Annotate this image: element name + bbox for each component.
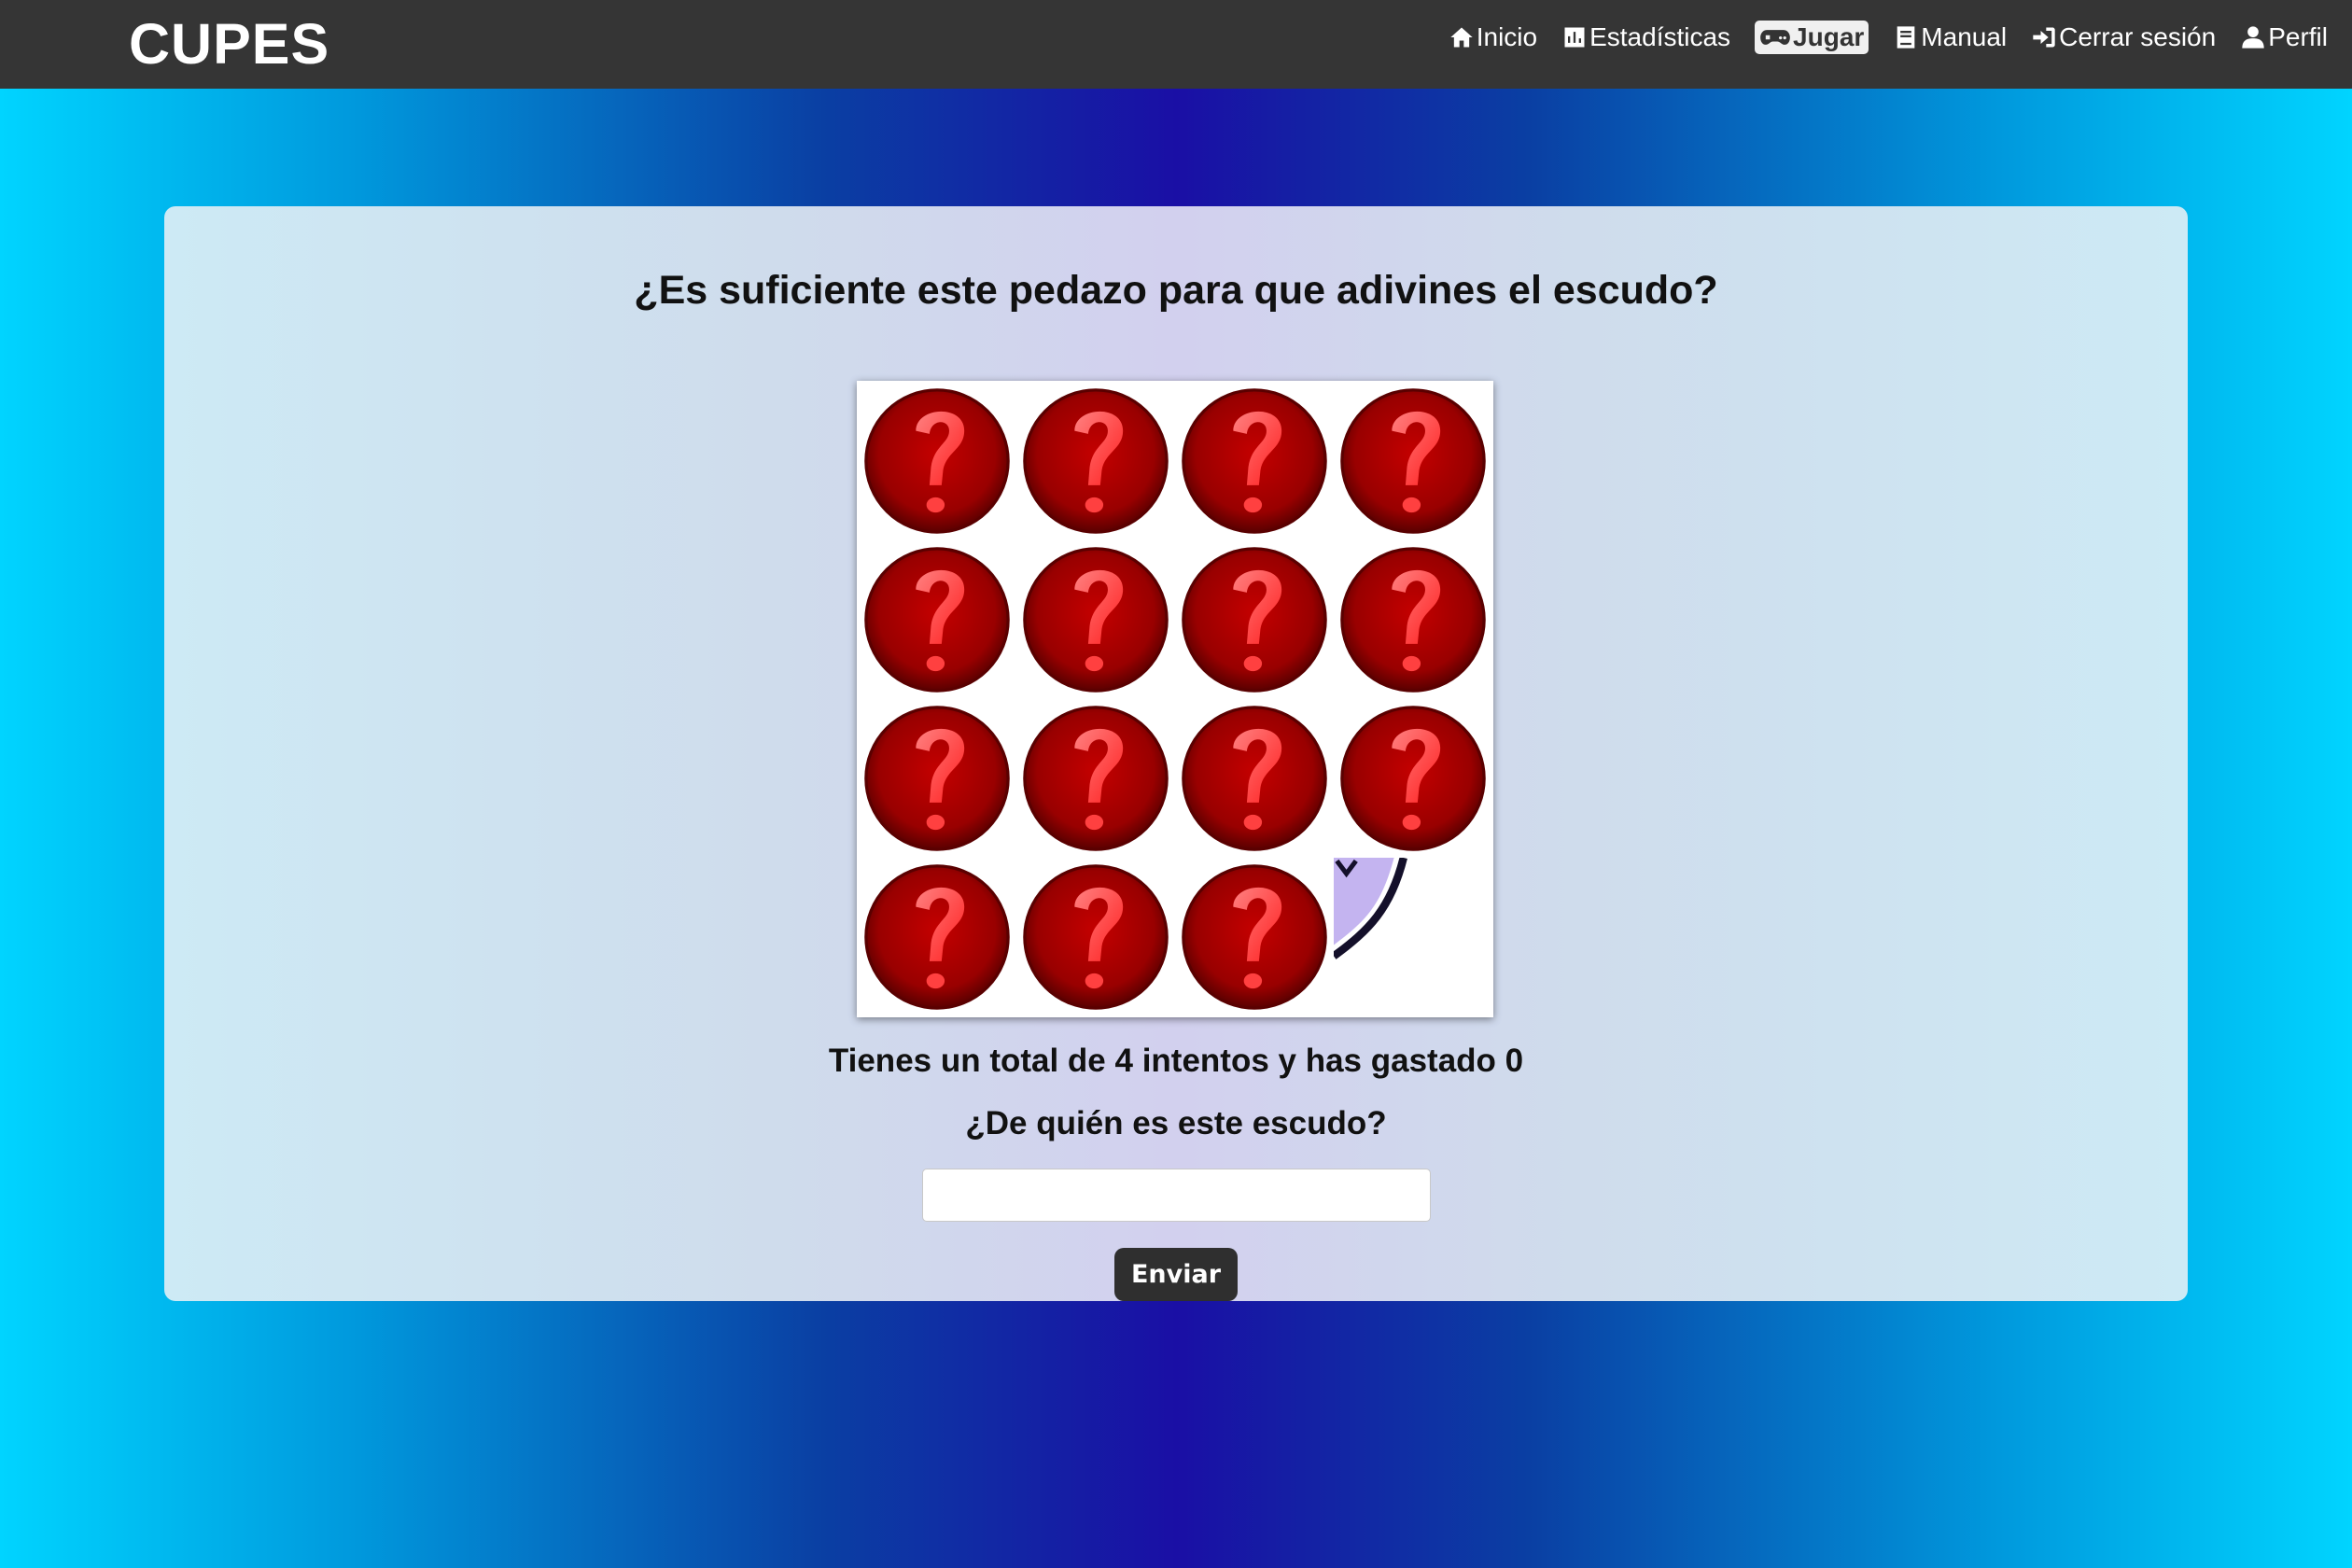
nav-item-label: Cerrar sesión	[2059, 22, 2217, 51]
hidden-tile	[1334, 699, 1492, 858]
brand-logo[interactable]: CUPES	[129, 11, 329, 77]
home-icon	[1450, 27, 1473, 48]
chart-icon	[1564, 27, 1585, 48]
nav-item-jugar[interactable]: Jugar	[1755, 21, 1869, 54]
question-mark-icon	[864, 547, 1010, 693]
hidden-tile	[1016, 382, 1175, 540]
hidden-tile	[1334, 540, 1492, 699]
question-mark-icon	[1340, 547, 1486, 693]
question-mark-icon	[1182, 547, 1327, 693]
hidden-tile	[1175, 699, 1334, 858]
hidden-tile	[1016, 858, 1175, 1016]
question-mark-icon	[1023, 706, 1169, 851]
question-mark-icon	[1182, 388, 1327, 534]
user-icon	[2242, 26, 2264, 49]
nav-item-label: Jugar	[1793, 22, 1865, 51]
shield-fragment-image	[1334, 858, 1407, 959]
question-mark-icon	[1182, 706, 1327, 851]
hidden-tile	[1334, 382, 1492, 540]
question-mark-icon	[864, 706, 1010, 851]
hidden-tile	[858, 382, 1016, 540]
nav-item-label: Manual	[1921, 22, 2008, 51]
question-mark-icon	[1023, 388, 1169, 534]
hidden-tile	[1016, 540, 1175, 699]
submit-button[interactable]: Enviar	[1114, 1248, 1238, 1301]
nav-item-manual[interactable]: Manual	[1893, 22, 2007, 52]
question-mark-icon	[864, 864, 1010, 1010]
top-navbar: CUPES Inicio Estadísticas Jugar Manual C…	[0, 0, 2352, 89]
question-mark-icon	[1023, 864, 1169, 1010]
question-mark-icon	[1023, 547, 1169, 693]
shield-question: ¿De quién es este escudo?	[965, 1105, 1387, 1141]
nav-item-cerrar-sesion[interactable]: Cerrar sesión	[2031, 22, 2216, 52]
question-mark-icon	[1182, 864, 1327, 1010]
hidden-tile	[1175, 858, 1334, 1016]
hidden-tile	[858, 699, 1016, 858]
nav-item-estadisticas[interactable]: Estadísticas	[1561, 22, 1730, 52]
hidden-tile	[858, 858, 1016, 1016]
nav-item-perfil[interactable]: Perfil	[2240, 22, 2328, 52]
hidden-tile	[1175, 382, 1334, 540]
attempts-info: Tienes un total de 4 intentos y has gast…	[828, 1043, 1524, 1079]
nav-item-label: Perfil	[2268, 22, 2328, 51]
nav-menu: Inicio Estadísticas Jugar Manual Cerrar …	[1449, 0, 2328, 75]
nav-item-inicio[interactable]: Inicio	[1449, 22, 1537, 52]
question-mark-icon	[1340, 388, 1486, 534]
shield-puzzle-grid	[857, 381, 1493, 1017]
hidden-tile	[1175, 540, 1334, 699]
revealed-shield-tile	[1334, 858, 1492, 1016]
game-card: ¿Es suficiente este pedazo para que adiv…	[164, 206, 2188, 1301]
nav-item-label: Estadísticas	[1589, 22, 1731, 51]
question-mark-icon	[864, 388, 1010, 534]
answer-input[interactable]	[922, 1169, 1431, 1222]
hidden-tile	[1016, 699, 1175, 858]
hidden-tile	[858, 540, 1016, 699]
question-mark-icon	[1340, 706, 1486, 851]
nav-item-label: Inicio	[1476, 22, 1538, 51]
book-icon	[1897, 26, 1915, 49]
game-title: ¿Es suficiente este pedazo para que adiv…	[634, 268, 1718, 313]
logout-icon	[2033, 27, 2055, 48]
gamepad-icon	[1760, 30, 1790, 45]
